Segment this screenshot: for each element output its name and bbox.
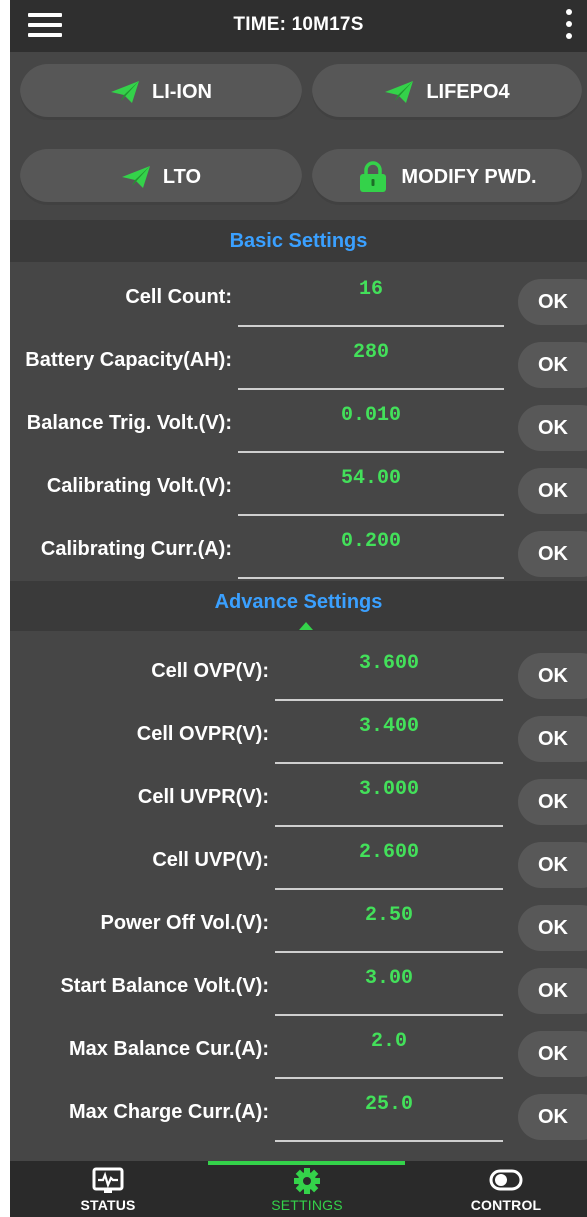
ok-button[interactable]: OK	[518, 653, 587, 699]
setting-row-balance-trig-volt: Balance Trig. Volt.(V): 0.010 OK	[10, 390, 587, 453]
setting-row-max-balance-cur: Max Balance Cur.(A): 2.0 OK	[10, 1016, 587, 1079]
tab-status-label: STATUS	[80, 1197, 136, 1213]
setting-row-cell-ovp: Cell OVP(V): 3.600 OK	[10, 638, 587, 701]
paper-plane-icon	[121, 166, 150, 188]
setting-label: Cell Count:	[125, 286, 232, 308]
setting-label: Calibrating Volt.(V):	[46, 475, 232, 497]
setting-row-cell-uvp: Cell UVP(V): 2.600 OK	[10, 827, 587, 890]
ok-button[interactable]: OK	[518, 342, 587, 388]
ok-button[interactable]: OK	[518, 468, 587, 514]
active-tab-indicator	[208, 1161, 405, 1165]
setting-row-cell-uvpr: Cell UVPR(V): 3.000 OK	[10, 764, 587, 827]
calibrating-curr-input[interactable]: 0.200	[238, 530, 504, 553]
setting-label: Calibrating Curr.(A):	[40, 538, 232, 560]
tab-status[interactable]: STATUS	[48, 1167, 168, 1217]
setting-row-power-off-vol: Power Off Vol.(V): 2.50 OK	[10, 890, 587, 953]
setting-label: Cell UVPR(V):	[137, 786, 269, 808]
setting-label: Cell UVP(V):	[152, 849, 269, 871]
battery-capacity-input[interactable]: 280	[238, 341, 504, 364]
start-balance-volt-input[interactable]: 3.00	[275, 967, 503, 990]
setting-row-max-charge-curr: Max Charge Curr.(A): 25.0 OK	[10, 1079, 587, 1142]
setting-row-cell-ovpr: Cell OVPR(V): 3.400 OK	[10, 701, 587, 764]
setting-label: Cell OVP(V):	[151, 660, 269, 682]
page-title: TIME: 10M17S	[233, 14, 364, 35]
max-balance-cur-input[interactable]: 2.0	[275, 1030, 503, 1053]
setting-label: Cell OVPR(V):	[136, 723, 269, 745]
basic-settings-header: Basic Settings	[10, 220, 587, 262]
ok-button[interactable]: OK	[518, 905, 587, 951]
modify-password-label: MODIFY PWD.	[401, 165, 537, 188]
max-charge-curr-input[interactable]: 25.0	[275, 1093, 503, 1116]
power-off-vol-input[interactable]: 2.50	[275, 904, 503, 927]
ok-button[interactable]: OK	[518, 779, 587, 825]
cell-ovpr-input[interactable]: 3.400	[275, 715, 503, 738]
lock-icon	[360, 161, 387, 192]
setting-row-start-balance-volt: Start Balance Volt.(V): 3.00 OK	[10, 953, 587, 1016]
calibrating-volt-input[interactable]: 54.00	[238, 467, 504, 490]
setting-label: Balance Trig. Volt.(V):	[26, 412, 232, 434]
lto-button[interactable]: LTO	[20, 149, 302, 205]
input-underline	[238, 577, 504, 579]
lifepo4-label: LIFEPO4	[426, 80, 510, 103]
ok-button[interactable]: OK	[518, 405, 587, 451]
setting-row-calibrating-volt: Calibrating Volt.(V): 54.00 OK	[10, 453, 587, 516]
balance-trig-volt-input[interactable]: 0.010	[238, 404, 504, 427]
ok-button[interactable]: OK	[518, 716, 587, 762]
setting-label: Power Off Vol.(V):	[100, 912, 269, 934]
ok-button[interactable]: OK	[518, 1094, 587, 1140]
lto-label: LTO	[162, 165, 202, 188]
ok-button[interactable]: OK	[518, 1031, 587, 1077]
ok-button[interactable]: OK	[518, 279, 587, 325]
li-ion-label: LI-ION	[152, 80, 212, 103]
gear-icon	[294, 1168, 320, 1194]
tab-control[interactable]: CONTROL	[446, 1167, 566, 1217]
toggle-icon	[489, 1169, 523, 1191]
collapse-caret-icon[interactable]	[299, 622, 313, 630]
cell-ovp-input[interactable]: 3.600	[275, 652, 503, 675]
more-options-icon[interactable]	[565, 9, 573, 41]
bottom-navigation: STATUS SETTINGS CONTROL	[10, 1161, 587, 1217]
input-underline	[275, 1140, 503, 1142]
setting-label: Max Balance Cur.(A):	[68, 1038, 269, 1060]
setting-row-cell-count: Cell Count: 16 OK	[10, 264, 587, 327]
monitor-icon	[92, 1167, 124, 1193]
setting-label: Battery Capacity(AH):	[25, 349, 232, 371]
li-ion-button[interactable]: LI-ION	[20, 64, 302, 120]
cell-uvp-input[interactable]: 2.600	[275, 841, 503, 864]
app-window: TIME: 10M17S LI-ION LIFEPO4 LTO MODIFY P…	[10, 0, 587, 1217]
paper-plane-icon	[111, 81, 139, 103]
lifepo4-button[interactable]: LIFEPO4	[312, 64, 582, 120]
setting-label: Start Balance Volt.(V):	[60, 975, 269, 997]
tab-control-label: CONTROL	[470, 1197, 542, 1213]
ok-button[interactable]: OK	[518, 531, 587, 577]
modify-password-button[interactable]: MODIFY PWD.	[312, 149, 582, 205]
top-bar: TIME: 10M17S	[10, 0, 587, 52]
ok-button[interactable]: OK	[518, 842, 587, 888]
tab-settings-label: SETTINGS	[271, 1197, 343, 1213]
ok-button[interactable]: OK	[518, 968, 587, 1014]
setting-row-battery-capacity: Battery Capacity(AH): 280 OK	[10, 327, 587, 390]
setting-row-calibrating-curr: Calibrating Curr.(A): 0.200 OK	[10, 516, 587, 579]
cell-uvpr-input[interactable]: 3.000	[275, 778, 503, 801]
tab-settings[interactable]: SETTINGS	[247, 1167, 367, 1217]
cell-count-input[interactable]: 16	[238, 278, 504, 301]
setting-label: Max Charge Curr.(A):	[68, 1101, 269, 1123]
paper-plane-icon	[385, 81, 414, 103]
